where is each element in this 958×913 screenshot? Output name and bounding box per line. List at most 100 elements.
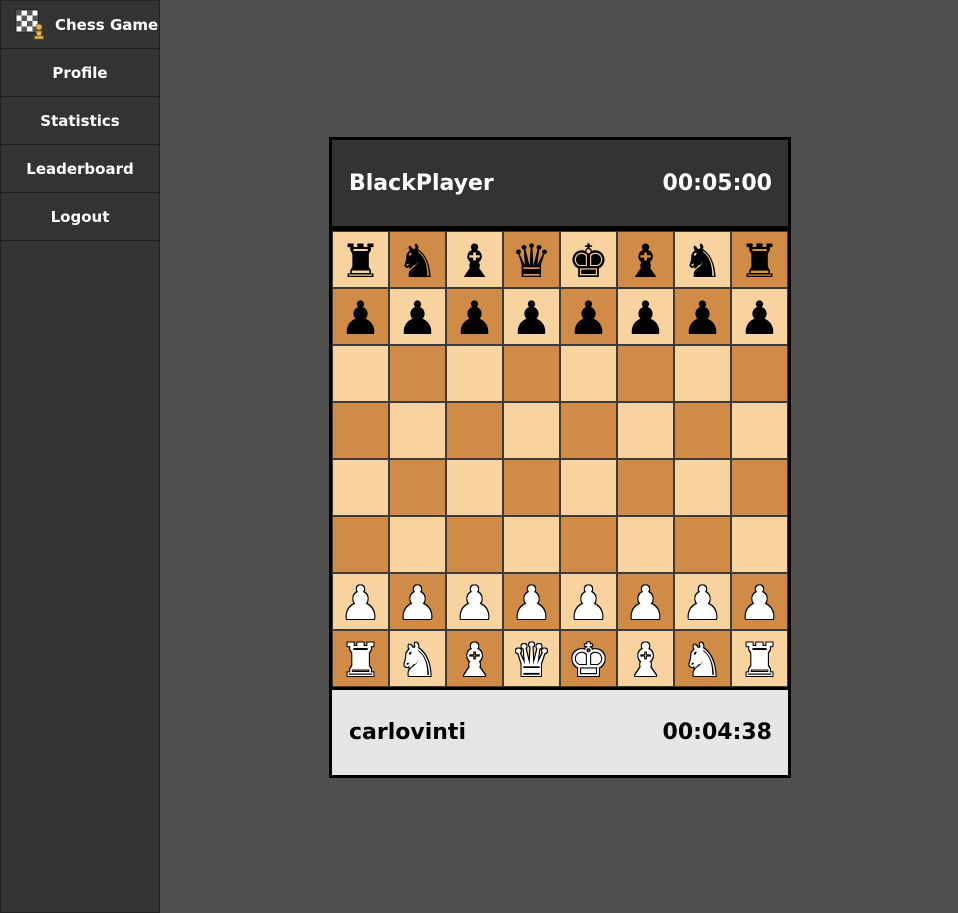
square-h3[interactable] [731,516,788,573]
square-f1[interactable]: ♝ [617,630,674,687]
white-pawn-icon[interactable]: ♟ [454,580,495,626]
square-d6[interactable] [503,345,560,402]
black-pawn-icon[interactable]: ♟ [397,295,438,341]
square-g6[interactable] [674,345,731,402]
square-g5[interactable] [674,402,731,459]
square-e8[interactable]: ♚ [560,231,617,288]
square-f3[interactable] [617,516,674,573]
square-a7[interactable]: ♟ [332,288,389,345]
square-b4[interactable] [389,459,446,516]
white-pawn-icon[interactable]: ♟ [739,580,780,626]
black-rook-icon[interactable]: ♜ [340,238,381,284]
square-c8[interactable]: ♝ [446,231,503,288]
square-g2[interactable]: ♟ [674,573,731,630]
black-queen-icon[interactable]: ♛ [511,238,552,284]
square-e7[interactable]: ♟ [560,288,617,345]
square-c4[interactable] [446,459,503,516]
square-h5[interactable] [731,402,788,459]
sidebar-item-leaderboard[interactable]: Leaderboard [1,145,159,193]
square-c7[interactable]: ♟ [446,288,503,345]
white-king-icon[interactable]: ♚ [568,637,609,683]
white-pawn-icon[interactable]: ♟ [397,580,438,626]
white-pawn-icon[interactable]: ♟ [511,580,552,626]
square-f4[interactable] [617,459,674,516]
square-e4[interactable] [560,459,617,516]
white-queen-icon[interactable]: ♛ [511,637,552,683]
black-rook-icon[interactable]: ♜ [739,238,780,284]
square-a5[interactable] [332,402,389,459]
square-b3[interactable] [389,516,446,573]
black-knight-icon[interactable]: ♞ [397,238,438,284]
white-rook-icon[interactable]: ♜ [340,637,381,683]
square-f8[interactable]: ♝ [617,231,674,288]
square-g4[interactable] [674,459,731,516]
square-g7[interactable]: ♟ [674,288,731,345]
black-bishop-icon[interactable]: ♝ [625,238,666,284]
black-king-icon[interactable]: ♚ [568,238,609,284]
black-pawn-icon[interactable]: ♟ [340,295,381,341]
square-h6[interactable] [731,345,788,402]
square-b6[interactable] [389,345,446,402]
square-a3[interactable] [332,516,389,573]
square-f2[interactable]: ♟ [617,573,674,630]
square-e5[interactable] [560,402,617,459]
white-bishop-icon[interactable]: ♝ [454,637,495,683]
black-pawn-icon[interactable]: ♟ [454,295,495,341]
square-d4[interactable] [503,459,560,516]
brand-link[interactable]: Chess Game [1,1,159,49]
sidebar-item-statistics[interactable]: Statistics [1,97,159,145]
white-pawn-icon[interactable]: ♟ [682,580,723,626]
black-bishop-icon[interactable]: ♝ [454,238,495,284]
square-a6[interactable] [332,345,389,402]
square-d8[interactable]: ♛ [503,231,560,288]
black-pawn-icon[interactable]: ♟ [568,295,609,341]
white-knight-icon[interactable]: ♞ [397,637,438,683]
sidebar-item-profile[interactable]: Profile [1,49,159,97]
square-h8[interactable]: ♜ [731,231,788,288]
square-e2[interactable]: ♟ [560,573,617,630]
square-e3[interactable] [560,516,617,573]
square-b8[interactable]: ♞ [389,231,446,288]
square-h2[interactable]: ♟ [731,573,788,630]
black-knight-icon[interactable]: ♞ [682,238,723,284]
square-a1[interactable]: ♜ [332,630,389,687]
square-f5[interactable] [617,402,674,459]
square-d2[interactable]: ♟ [503,573,560,630]
square-g8[interactable]: ♞ [674,231,731,288]
square-f7[interactable]: ♟ [617,288,674,345]
square-c1[interactable]: ♝ [446,630,503,687]
square-b1[interactable]: ♞ [389,630,446,687]
square-b2[interactable]: ♟ [389,573,446,630]
square-g3[interactable] [674,516,731,573]
white-rook-icon[interactable]: ♜ [739,637,780,683]
white-knight-icon[interactable]: ♞ [682,637,723,683]
square-f6[interactable] [617,345,674,402]
square-g1[interactable]: ♞ [674,630,731,687]
black-pawn-icon[interactable]: ♟ [682,295,723,341]
black-pawn-icon[interactable]: ♟ [625,295,666,341]
white-pawn-icon[interactable]: ♟ [340,580,381,626]
square-a4[interactable] [332,459,389,516]
square-h7[interactable]: ♟ [731,288,788,345]
square-h1[interactable]: ♜ [731,630,788,687]
square-a8[interactable]: ♜ [332,231,389,288]
square-d7[interactable]: ♟ [503,288,560,345]
black-pawn-icon[interactable]: ♟ [739,295,780,341]
square-c2[interactable]: ♟ [446,573,503,630]
square-c3[interactable] [446,516,503,573]
square-c6[interactable] [446,345,503,402]
white-pawn-icon[interactable]: ♟ [568,580,609,626]
white-bishop-icon[interactable]: ♝ [625,637,666,683]
white-pawn-icon[interactable]: ♟ [625,580,666,626]
square-e1[interactable]: ♚ [560,630,617,687]
square-a2[interactable]: ♟ [332,573,389,630]
black-pawn-icon[interactable]: ♟ [511,295,552,341]
square-d1[interactable]: ♛ [503,630,560,687]
square-e6[interactable] [560,345,617,402]
sidebar-item-logout[interactable]: Logout [1,193,159,241]
square-c5[interactable] [446,402,503,459]
square-d5[interactable] [503,402,560,459]
square-b5[interactable] [389,402,446,459]
square-b7[interactable]: ♟ [389,288,446,345]
square-h4[interactable] [731,459,788,516]
